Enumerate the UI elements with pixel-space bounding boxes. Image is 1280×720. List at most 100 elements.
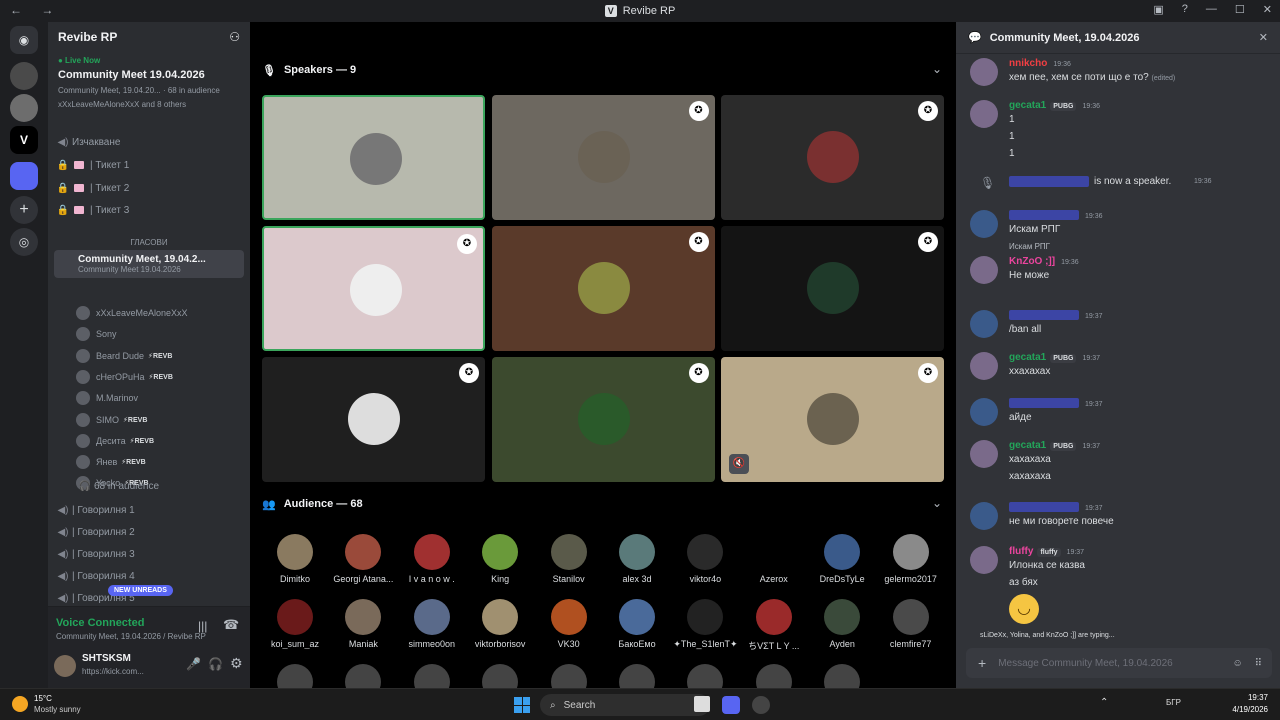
audience-member[interactable]: Azerox <box>742 534 806 584</box>
emoji-icon[interactable]: ☺ <box>1232 658 1242 669</box>
help-icon[interactable]: ? <box>1182 3 1188 16</box>
stage-user[interactable]: Янев ⚡REVB <box>76 453 146 471</box>
invite-icon[interactable]: ⚇ <box>229 30 240 44</box>
audience-member[interactable]: koi_sum_az <box>263 599 327 649</box>
audience-member[interactable]: ✦The_S1lenT✦ <box>673 599 737 650</box>
speaker-tile[interactable]: ✪ <box>491 357 715 482</box>
stage-user[interactable]: M.Marinov <box>76 389 142 407</box>
audience-member[interactable]: Stanilov <box>537 534 601 584</box>
avatar[interactable] <box>970 256 998 284</box>
add-attachment-icon[interactable]: + <box>978 655 986 671</box>
server-header[interactable]: Revibe RP ⚇ <box>48 22 250 52</box>
add-server-icon[interactable]: + <box>10 196 38 224</box>
minimize-button[interactable]: — <box>1206 3 1217 16</box>
speaker-tile[interactable]: ✪ <box>721 95 944 220</box>
reply-preview[interactable]: Искам РПГ <box>1009 242 1050 251</box>
avatar[interactable] <box>970 58 998 86</box>
audience-member[interactable]: clemfire77 <box>879 599 943 649</box>
stage-user[interactable]: Десита ⚡REVB <box>76 432 154 450</box>
audience-member[interactable]: alex 3d <box>605 534 669 584</box>
channel-ticket-3[interactable]: 🔒 | Тикет 3 <box>54 200 244 220</box>
soundboard-icon[interactable]: ||| <box>198 619 207 633</box>
audience-member[interactable]: Georgi Atana... <box>331 534 395 584</box>
stage-user[interactable]: xXxLeaveMeAloneXxX <box>76 304 192 322</box>
channel-g1[interactable]: ◀) | Говорилня 1 <box>54 500 244 520</box>
avatar[interactable] <box>970 352 998 380</box>
mic-muted-icon[interactable]: 🎤 <box>186 657 201 671</box>
audience-member[interactable]: БакоЕмо <box>605 599 669 649</box>
gear-icon[interactable]: ⚙ <box>230 655 243 672</box>
avatar[interactable] <box>970 310 998 338</box>
chevron-down-icon[interactable]: ⌄ <box>932 62 942 76</box>
speaker-tile[interactable]: ✪ <box>491 95 715 220</box>
avatar[interactable] <box>970 502 998 530</box>
channel-ticket-1[interactable]: 🔒 | Тикет 1 <box>54 155 244 175</box>
audience-member[interactable]: DreDsTyLe <box>810 534 874 584</box>
discord-home-icon[interactable]: ◉ <box>10 26 38 54</box>
stage-user[interactable]: SIMO ⚡REVB <box>76 411 147 429</box>
audience-member[interactable]: Ayden <box>810 599 874 649</box>
speaker-tile[interactable]: ✪ 🔇 <box>721 357 944 482</box>
server-icon[interactable] <box>10 94 38 122</box>
audience-member[interactable]: Dimitko <box>263 534 327 584</box>
author-name[interactable]: gecata1 <box>1009 100 1046 111</box>
server-folder-icon[interactable] <box>10 162 38 190</box>
stage-user[interactable]: cHerOPuHa ⚡REVB <box>76 368 173 386</box>
audience-member[interactable]: gelermo2017 <box>879 534 943 584</box>
author-name[interactable]: fluffy <box>1009 546 1033 557</box>
chevron-down-icon[interactable]: ⌄ <box>932 496 942 510</box>
speaker-tile[interactable] <box>262 95 485 220</box>
avatar[interactable] <box>970 398 998 426</box>
stage-user[interactable]: Beard Dude ⚡REVB <box>76 347 172 365</box>
speaker-tile[interactable]: ✪ <box>262 357 485 482</box>
disconnect-icon[interactable]: ☎ <box>223 617 239 633</box>
audience-member[interactable]: I v a n o w . <box>400 534 464 584</box>
in-audience[interactable]: 🎧 68 in audience <box>76 476 266 496</box>
audience-member[interactable]: viktor4o <box>673 534 737 584</box>
tray-chevron-icon[interactable]: ⌃ <box>1100 697 1108 708</box>
audience-member[interactable]: viktorborisov <box>468 599 532 649</box>
audience-member[interactable]: simmeo0on <box>400 599 464 649</box>
channel-g2[interactable]: ◀) | Говорилня 2 <box>54 522 244 542</box>
channel-g4[interactable]: ◀) | Говорилня 4 <box>54 566 244 586</box>
revibe-server-icon[interactable]: V <box>10 126 38 154</box>
windows-start-icon[interactable] <box>514 697 530 713</box>
stage-user[interactable]: Sony <box>76 325 121 343</box>
clock-time[interactable]: 19:37 <box>1230 693 1268 702</box>
close-window-button[interactable]: ✕ <box>1263 3 1272 16</box>
avatar[interactable] <box>54 655 76 677</box>
channel-stage-active[interactable]: Community Meet, 19.04.2... Community Mee… <box>54 250 244 278</box>
discover-icon[interactable]: ◎ <box>10 228 38 256</box>
maximize-button[interactable]: ☐ <box>1235 3 1245 16</box>
author-name[interactable]: nnikcho <box>1009 58 1047 69</box>
speaker-tile[interactable]: ✪ <box>721 226 944 351</box>
author-name[interactable]: gecata1 <box>1009 440 1046 451</box>
speaker-tile[interactable]: ✪ <box>491 226 715 351</box>
message-input[interactable]: + Message Community Meet, 19.04.2026 ☺ ⠿ <box>966 648 1272 678</box>
close-icon[interactable]: ✕ <box>1259 31 1268 44</box>
headphones-icon[interactable]: 🎧 <box>208 657 223 671</box>
avatar[interactable] <box>970 546 998 574</box>
server-icon[interactable] <box>10 62 38 90</box>
clock-date[interactable]: 4/19/2026 <box>1222 705 1268 714</box>
channel-g3[interactable]: ◀) | Говорилня 3 <box>54 544 244 564</box>
audience-member[interactable]: ちVΣT L Y ... <box>742 599 806 652</box>
new-unreads-pill[interactable]: NEW UNREADS <box>108 585 173 596</box>
audience-member[interactable]: Maniak <box>331 599 395 649</box>
speakers-header[interactable]: 🎙 Speakers — 9 <box>262 58 356 82</box>
weather-icon[interactable] <box>12 696 28 712</box>
channel-ticket-2[interactable]: 🔒 | Тикет 2 <box>54 178 244 198</box>
audience-header[interactable]: 👥 Audience — 68 <box>262 492 363 516</box>
avatar[interactable] <box>970 440 998 468</box>
category-voice[interactable]: ГЛАСОВИ <box>54 232 244 252</box>
discord-taskbar-icon[interactable] <box>722 696 740 714</box>
audience-member[interactable]: King <box>468 534 532 584</box>
author-name[interactable]: gecata1 <box>1009 352 1046 363</box>
inbox-icon[interactable]: ▣ <box>1153 3 1163 16</box>
author-name[interactable]: KnZoO ;]] <box>1009 256 1055 267</box>
apps-icon[interactable]: ⠿ <box>1255 658 1262 669</box>
voice-sub[interactable]: Community Meet, 19.04.2026 / Revibe RP <box>56 632 206 641</box>
app-taskbar-icon[interactable] <box>752 696 770 714</box>
task-view-icon[interactable] <box>694 696 710 712</box>
avatar[interactable] <box>970 100 998 128</box>
